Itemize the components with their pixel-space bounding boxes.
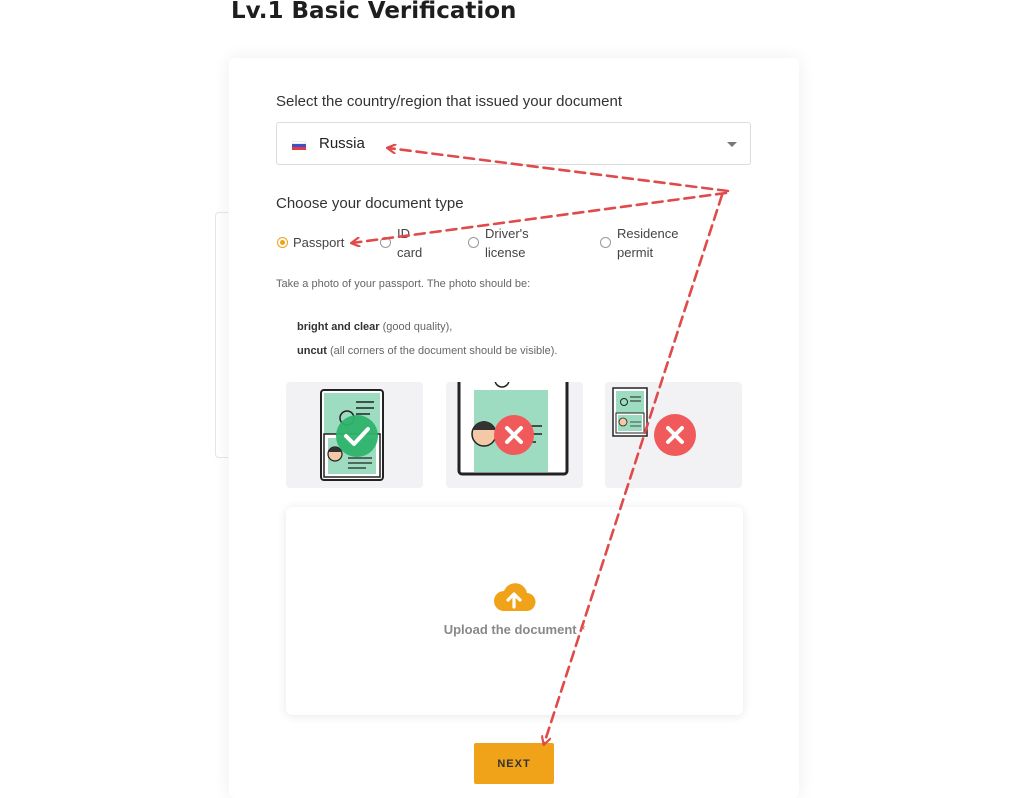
radio-drivers-license[interactable] xyxy=(468,237,479,248)
requirement-uncut: uncut (all corners of the document shoul… xyxy=(297,345,557,357)
sample-cut-photo xyxy=(446,382,583,488)
doc-type-label-driver-line2: license xyxy=(485,245,526,260)
doc-type-label-driver-line1: Driver's xyxy=(485,226,529,241)
sample-correct-photo xyxy=(286,382,423,488)
requirement-uncut-rest: (all corners of the document should be v… xyxy=(326,345,558,357)
upload-dropzone[interactable]: Upload the document * xyxy=(286,507,743,715)
sample-small-photo xyxy=(605,382,742,488)
country-select-value: Russia xyxy=(319,135,365,152)
russia-flag-icon xyxy=(292,141,306,150)
required-mark: * xyxy=(580,622,586,637)
doc-type-label-passport: Passport xyxy=(293,235,345,250)
requirement-bright-clear: bright and clear (good quality), xyxy=(297,321,452,333)
upload-label-text: Upload the document xyxy=(443,622,577,637)
side-panel-edge xyxy=(215,212,228,458)
photo-instructions: Take a photo of your passport. The photo… xyxy=(276,278,531,290)
country-select[interactable]: Russia xyxy=(276,122,751,165)
cross-icon xyxy=(494,415,534,455)
requirement-bright-clear-bold: bright and clear xyxy=(297,321,380,333)
requirement-uncut-bold: uncut xyxy=(297,345,327,357)
check-icon xyxy=(336,415,378,457)
doc-type-label-residence-line2: permit xyxy=(617,245,654,260)
upload-label: Upload the document * xyxy=(286,622,743,637)
country-label: Select the country/region that issued yo… xyxy=(276,93,623,110)
doc-type-label-id-line1: ID xyxy=(397,226,410,241)
cloud-upload-icon xyxy=(494,583,536,612)
chevron-down-icon[interactable] xyxy=(727,142,737,147)
cross-icon xyxy=(654,414,696,456)
radio-id-card[interactable] xyxy=(380,237,391,248)
doc-type-label-residence-line1: Residence xyxy=(617,226,679,241)
page-title: Lv.1 Basic Verification xyxy=(231,0,517,24)
requirement-bright-clear-rest: (good quality), xyxy=(379,321,453,333)
radio-residence-permit[interactable] xyxy=(600,237,611,248)
next-button[interactable]: NEXT xyxy=(474,743,554,784)
radio-passport[interactable] xyxy=(277,237,288,248)
document-type-label: Choose your document type xyxy=(276,195,464,212)
doc-type-label-id-line2: card xyxy=(397,245,423,260)
